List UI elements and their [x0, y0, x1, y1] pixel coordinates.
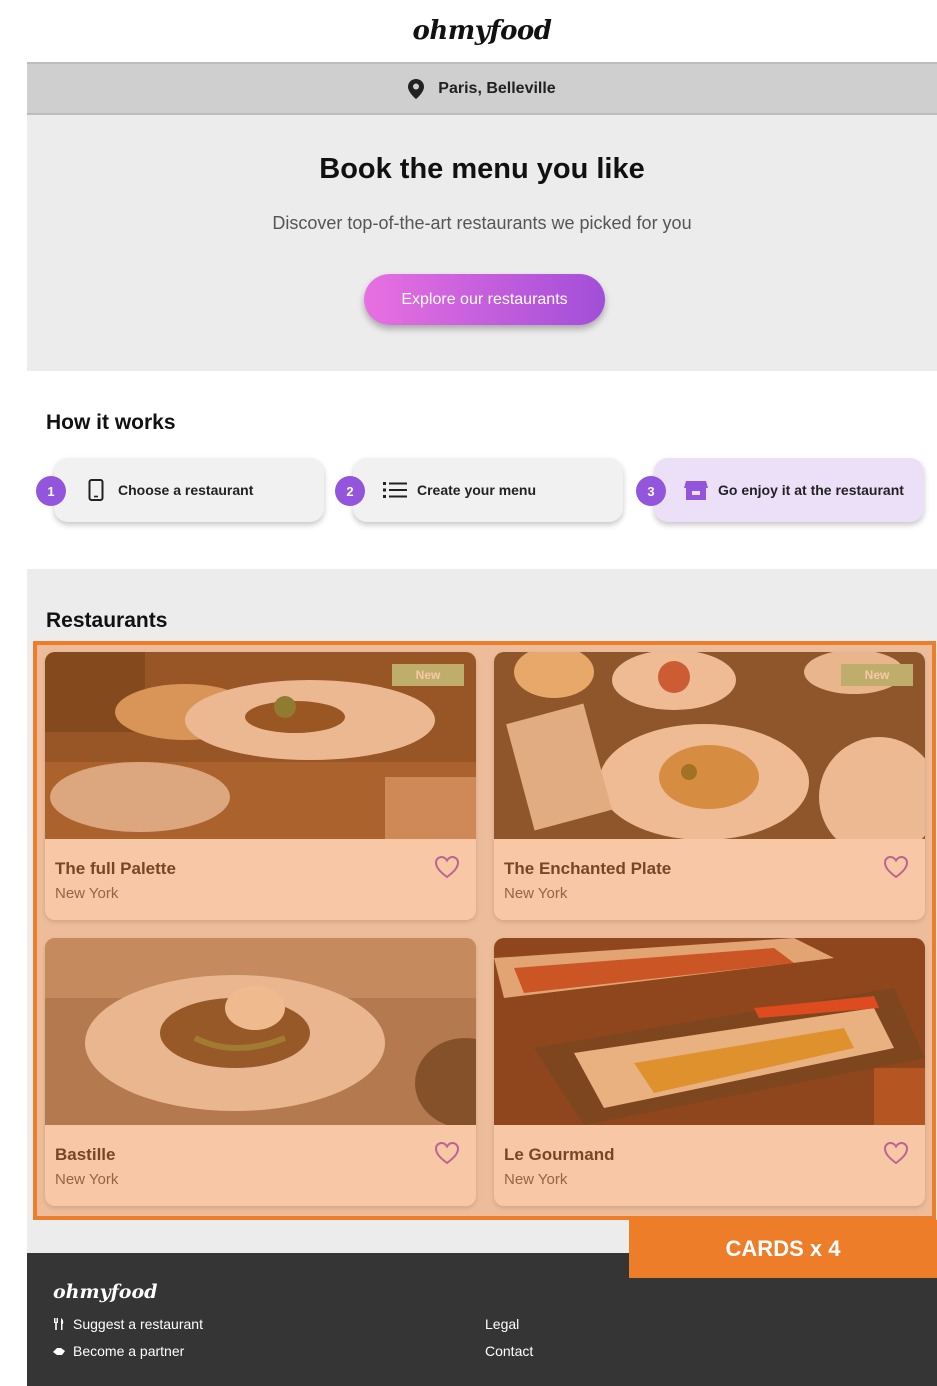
list-icon	[383, 478, 407, 502]
how-it-works-title: How it works	[46, 411, 176, 434]
step-label: Go enjoy it at the restaurant	[718, 482, 904, 498]
step-create-menu: 2 Create your menu	[335, 458, 623, 522]
heart-icon[interactable]	[434, 1141, 460, 1165]
utensils-icon	[54, 1318, 64, 1330]
hero-section: Book the menu you like Discover top-of-t…	[27, 115, 937, 371]
footer-link-legal[interactable]: Legal	[485, 1316, 519, 1332]
heart-icon[interactable]	[883, 855, 909, 879]
location-bar: Paris, Belleville	[27, 62, 937, 115]
store-icon	[684, 478, 708, 502]
site-logo[interactable]: ohmyfood	[413, 16, 552, 46]
restaurant-city: New York	[504, 885, 568, 902]
how-it-works-section: How it works 1 Choose a restaurant 2 Cre…	[27, 371, 937, 569]
restaurants-title: Restaurants	[46, 609, 168, 632]
step-number-badge: 1	[36, 476, 66, 506]
restaurant-card[interactable]: New The Enchanted Plate New York	[494, 652, 925, 920]
step-enjoy-restaurant: 3 Go enjoy it at the restaurant	[636, 458, 924, 522]
footer-logo[interactable]: ohmyfood	[53, 1281, 157, 1303]
restaurant-photo	[494, 938, 925, 1125]
step-number-badge: 3	[636, 476, 666, 506]
footer-link-label: Suggest a restaurant	[73, 1316, 203, 1332]
step-label: Create your menu	[417, 482, 537, 498]
footer-link-suggest-restaurant[interactable]: Suggest a restaurant	[53, 1316, 203, 1332]
step-label: Choose a restaurant	[118, 482, 254, 498]
heart-icon[interactable]	[434, 855, 460, 879]
step-number-badge: 2	[335, 476, 365, 506]
handshake-icon	[53, 1348, 65, 1355]
restaurants-section: Restaurants New The full Palette New Yor…	[27, 569, 937, 1253]
restaurant-name: The Enchanted Plate	[504, 859, 672, 878]
restaurant-city: New York	[55, 1171, 119, 1188]
map-pin-icon	[408, 78, 425, 99]
heart-icon[interactable]	[883, 1141, 909, 1165]
restaurant-photo	[45, 938, 476, 1125]
restaurant-name: Le Gourmand	[504, 1145, 615, 1164]
new-badge: New	[841, 664, 913, 686]
restaurant-name: The full Palette	[55, 859, 176, 878]
hero-subtitle: Discover top-of-the-art restaurants we p…	[272, 213, 692, 233]
restaurant-card[interactable]: New The full Palette New York	[45, 652, 476, 920]
footer-link-become-partner[interactable]: Become a partner	[53, 1343, 184, 1359]
hero-title: Book the menu you like	[319, 153, 645, 185]
location-label: Paris, Belleville	[438, 79, 556, 97]
new-badge: New	[392, 664, 464, 686]
step-choose-restaurant: 1 Choose a restaurant	[36, 458, 324, 522]
restaurant-city: New York	[504, 1171, 568, 1188]
cards-annotation-label: CARDS x 4	[629, 1220, 937, 1278]
restaurant-name: Bastille	[55, 1145, 116, 1164]
footer-link-contact[interactable]: Contact	[485, 1343, 533, 1359]
restaurant-card[interactable]: Le Gourmand New York	[494, 938, 925, 1206]
explore-restaurants-button[interactable]: Explore our restaurants	[364, 274, 605, 325]
restaurant-city: New York	[55, 885, 119, 902]
restaurant-card[interactable]: Bastille New York	[45, 938, 476, 1206]
smartphone-icon	[84, 478, 108, 502]
site-header: ohmyfood	[27, 0, 937, 62]
footer-link-label: Become a partner	[73, 1343, 185, 1359]
